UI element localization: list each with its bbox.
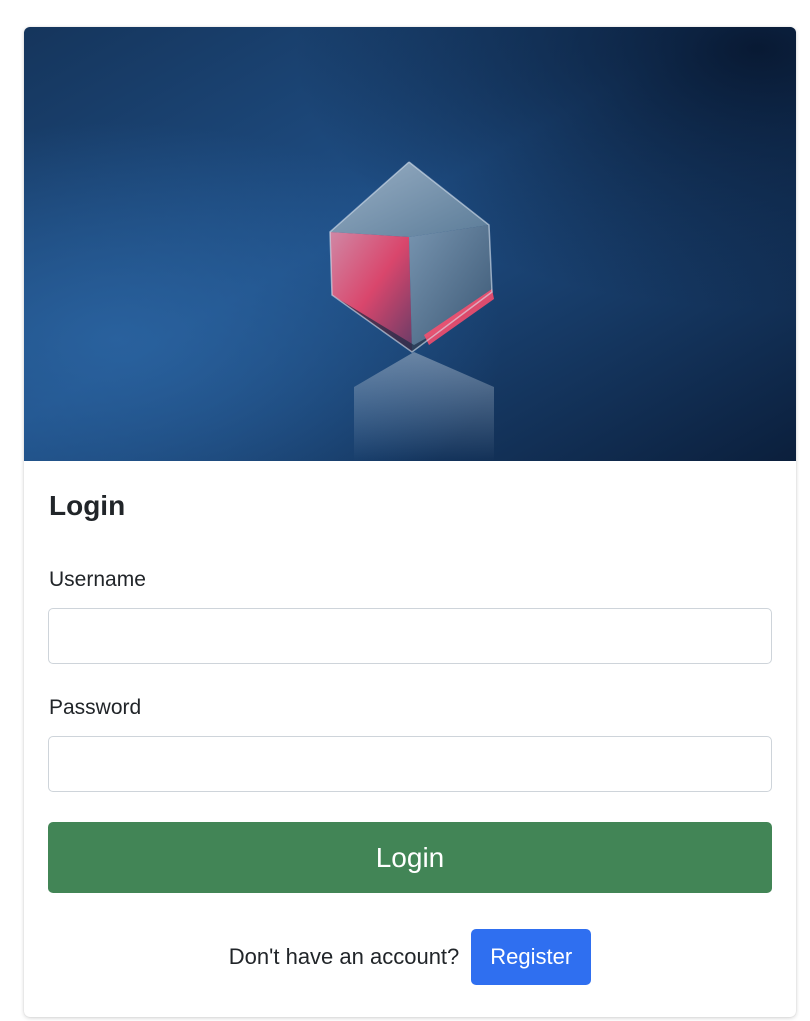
login-button[interactable]: Login bbox=[48, 822, 772, 893]
username-input[interactable] bbox=[48, 608, 772, 664]
register-button[interactable]: Register bbox=[471, 929, 592, 985]
register-prompt: Don't have an account? bbox=[228, 944, 460, 969]
hero-image bbox=[24, 27, 796, 461]
form-title: Login bbox=[49, 490, 126, 521]
password-label: Password bbox=[49, 696, 142, 719]
username-label: Username bbox=[49, 568, 146, 591]
password-input[interactable] bbox=[48, 736, 772, 792]
register-row: Don't have an account? Register bbox=[48, 929, 772, 985]
login-card: Login Username Password Login Don't have… bbox=[24, 27, 796, 1017]
